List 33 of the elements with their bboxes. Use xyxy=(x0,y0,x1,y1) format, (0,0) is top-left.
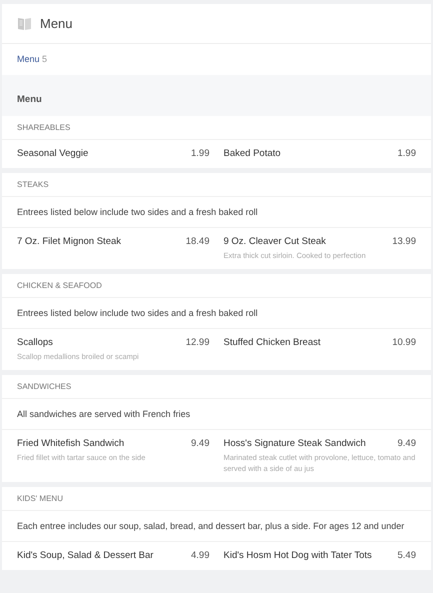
section-note: Entrees listed below include two sides and a fresh baked roll xyxy=(17,206,259,219)
item-price: 10.99 xyxy=(392,336,416,349)
item-price: 13.99 xyxy=(392,235,416,248)
section-title: KIDS' MENU xyxy=(17,492,63,504)
section-title: SHAREABLES xyxy=(17,122,70,134)
item-price: 1.99 xyxy=(398,147,416,160)
menu-heading: Menu xyxy=(17,92,42,107)
menu-tab[interactable]: Menu 5 xyxy=(17,52,48,66)
section-title: SANDWICHES xyxy=(17,380,72,392)
section-note: All sandwiches are served with French fries xyxy=(17,408,192,421)
item-name: Kid's Soup, Salad & Dessert Bar xyxy=(17,549,154,562)
book-icon xyxy=(17,16,32,31)
item-name: Hoss's Signature Steak Sandwich xyxy=(224,437,366,450)
item-name: 7 Oz. Filet Mignon Steak xyxy=(17,235,122,248)
item-price: 18.49 xyxy=(186,235,210,248)
item-price: 9.49 xyxy=(398,437,416,450)
item-name: Stuffed Chicken Breast xyxy=(224,336,320,349)
header-title: Menu xyxy=(40,14,73,33)
item-price: 1.99 xyxy=(191,147,210,160)
item-name: Fried Whitefish Sandwich xyxy=(17,437,124,450)
item-price: 9.49 xyxy=(191,437,210,450)
item-name: 9 Oz. Cleaver Cut Steak xyxy=(224,235,326,248)
item-price: 4.99 xyxy=(191,549,210,562)
section-title: CHICKEN & SEAFOOD xyxy=(17,280,102,292)
item-name: Scallops xyxy=(17,336,53,349)
section-title: STEAKS xyxy=(17,178,49,190)
item-name: Seasonal Veggie xyxy=(17,147,88,160)
item-price: 5.49 xyxy=(398,549,416,562)
section-note: Entrees listed below include two sides and a fresh baked roll xyxy=(17,307,259,320)
item-name: Kid's Hosm Hot Dog with Tater Tots xyxy=(224,549,372,562)
section-note: Each entree includes our soup, salad, bread, and dessert bar, plus a side. For ages 12 and under xyxy=(17,520,406,533)
item-price: 12.99 xyxy=(186,336,210,349)
item-name: Baked Potato xyxy=(224,147,281,160)
